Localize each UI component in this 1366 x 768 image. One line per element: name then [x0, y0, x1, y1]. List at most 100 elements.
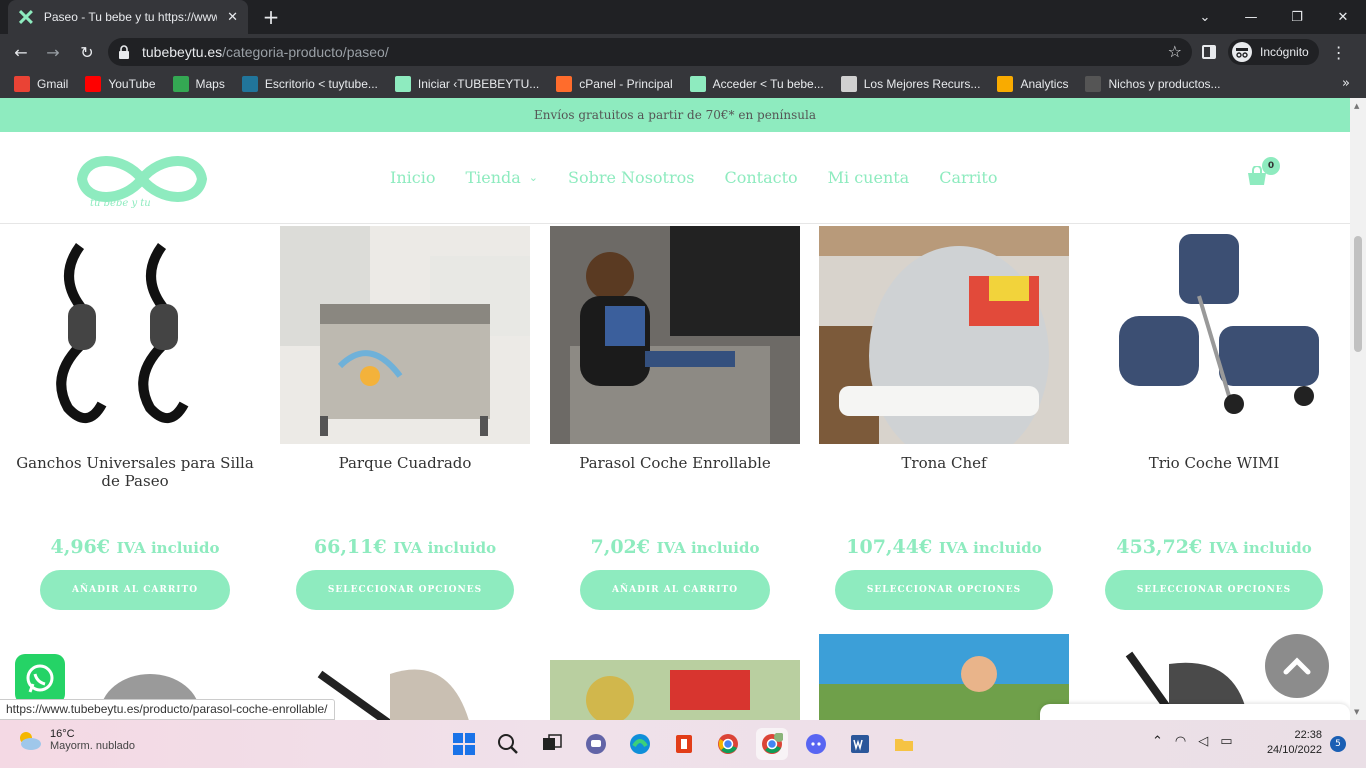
whatsapp-icon	[26, 664, 54, 693]
product-image-playpen[interactable]	[280, 226, 530, 444]
product-image-child-outdoor[interactable]	[819, 634, 1069, 720]
add-to-cart-button[interactable]: Añadir al carrito	[579, 570, 771, 610]
office-button[interactable]	[668, 728, 700, 760]
taskbar-apps	[448, 728, 932, 760]
product-title[interactable]: Trio Coche WIMI	[1089, 454, 1339, 514]
add-to-cart-button[interactable]: Añadir al carrito	[39, 570, 231, 610]
bookmark-item[interactable]: Maps	[172, 76, 225, 92]
chevron-up-icon[interactable]: ⌃	[1152, 734, 1163, 749]
cpanel-icon	[556, 76, 573, 92]
bookmark-item[interactable]: Gmail	[14, 76, 68, 92]
task-view-button[interactable]	[536, 728, 568, 760]
search-button[interactable]	[492, 728, 524, 760]
bookmark-item[interactable]: Iniciar ‹TUBEBEYTU...	[394, 76, 539, 92]
incognito-label: Incógnito	[1260, 45, 1309, 59]
scroll-down-icon[interactable]: ▼	[1354, 708, 1359, 716]
bookmarks-overflow-icon[interactable]: »	[1342, 76, 1350, 91]
reload-button[interactable]: ↻	[74, 40, 100, 64]
product-image-hooks[interactable]	[10, 226, 260, 444]
select-options-button[interactable]: Seleccionar opciones	[834, 570, 1054, 610]
bookmark-item[interactable]: Acceder < Tu bebe...	[689, 76, 824, 92]
bookmark-item[interactable]: Los Mejores Recurs...	[840, 76, 981, 92]
wifi-icon[interactable]: ◠	[1175, 734, 1186, 749]
bookmark-item[interactable]: Escritorio < tuytube...	[241, 76, 378, 92]
analytics-icon	[997, 76, 1014, 92]
header-cart[interactable]: 0	[1246, 157, 1286, 196]
browser-menu-icon[interactable]: ⋮	[1331, 43, 1347, 62]
bookmark-label: Analytics	[1020, 77, 1069, 91]
nav-sobre-nosotros[interactable]: Sobre Nosotros	[568, 168, 694, 187]
price-amount: 66,11€	[313, 536, 387, 558]
weather-widget[interactable]: 16°C Mayorm. nublado	[16, 728, 135, 752]
page-scrollbar[interactable]: ▲ ▼	[1350, 98, 1366, 720]
chat-widget-tab[interactable]	[1040, 704, 1350, 720]
scroll-to-top-button[interactable]	[1265, 634, 1329, 698]
logo-lettering: tu bebe y tu	[90, 198, 151, 209]
nav-tienda[interactable]: Tienda ⌄	[465, 168, 538, 187]
battery-icon[interactable]: ▭	[1220, 734, 1232, 749]
search-icon	[498, 734, 518, 754]
new-tab-button[interactable]: +	[260, 5, 282, 29]
back-button[interactable]: ←	[8, 40, 34, 64]
discord-icon	[806, 734, 826, 754]
product-title[interactable]: Trona Chef	[819, 454, 1069, 514]
browser-tab[interactable]: Paseo - Tu bebe y tu https://www. ✕	[8, 0, 248, 34]
notification-badge[interactable]: 5	[1330, 736, 1346, 752]
bookmark-item[interactable]: YouTube	[85, 76, 156, 92]
scroll-up-icon[interactable]: ▲	[1354, 102, 1359, 110]
close-window-button[interactable]: ✕	[1320, 0, 1366, 34]
incognito-indicator[interactable]: Incógnito	[1228, 39, 1319, 65]
product-title[interactable]: Parasol Coche Enrollable	[550, 454, 800, 514]
lock-icon	[119, 45, 129, 59]
bookmark-star-icon[interactable]: ☆	[1168, 42, 1182, 61]
start-button[interactable]	[448, 728, 480, 760]
bookmark-label: Escritorio < tuytube...	[264, 77, 378, 91]
select-options-button[interactable]: Seleccionar opciones	[1104, 570, 1324, 610]
product-card: Trona Chef 107,44€ IVA incluido Seleccio…	[819, 226, 1069, 610]
minimize-button[interactable]: —	[1228, 0, 1274, 34]
select-options-button[interactable]: Seleccionar opciones	[295, 570, 515, 610]
chrome-profile-button[interactable]	[756, 728, 788, 760]
product-image-stroller-red[interactable]	[550, 660, 800, 720]
folder-icon	[895, 739, 913, 751]
edge-browser-button[interactable]	[624, 728, 656, 760]
word-button[interactable]	[844, 728, 876, 760]
product-image-sunshade[interactable]	[550, 226, 800, 444]
product-card: Parque Cuadrado 66,11€ IVA incluido Sele…	[280, 226, 530, 610]
site-logo[interactable]: tu bebe y tu	[74, 146, 210, 212]
discord-button[interactable]	[800, 728, 832, 760]
product-title[interactable]: Parque Cuadrado	[280, 454, 530, 514]
nav-contacto[interactable]: Contacto	[724, 168, 797, 187]
chrome-button[interactable]	[712, 728, 744, 760]
restore-button[interactable]: ❐	[1274, 0, 1320, 34]
bookmark-item[interactable]: Nichos y productos...	[1085, 76, 1221, 92]
product-title[interactable]: Ganchos Universales para Silla de Paseo	[10, 454, 260, 514]
chevron-up-icon	[1283, 657, 1311, 675]
whatsapp-button[interactable]	[15, 654, 65, 704]
teams-chat-button[interactable]	[580, 728, 612, 760]
nav-carrito[interactable]: Carrito	[939, 168, 997, 187]
system-tray: ⌃ ◠ ◁ ▭	[1152, 734, 1245, 749]
scroll-thumb[interactable]	[1354, 236, 1362, 352]
address-bar[interactable]: tubebeytu.es/categoria-producto/paseo/ ☆	[108, 38, 1192, 66]
nav-inicio[interactable]: Inicio	[390, 168, 435, 187]
product-image-stroller-trio[interactable]	[1089, 226, 1339, 444]
side-panel-icon[interactable]	[1202, 45, 1216, 59]
bookmark-item[interactable]: Analytics	[997, 76, 1068, 92]
forward-button[interactable]: →	[40, 40, 66, 64]
volume-icon[interactable]: ◁	[1198, 734, 1208, 749]
tab-search-icon[interactable]: ⌄	[1182, 0, 1228, 34]
product-card: Parasol Coche Enrollable 7,02€ IVA inclu…	[550, 226, 800, 610]
bookmarks-bar: Gmail YouTube Maps Escritorio < tuytube... I…	[0, 70, 1366, 98]
nav-mi-cuenta[interactable]: Mi cuenta	[828, 168, 910, 187]
bookmark-item[interactable]: cPanel - Principal	[556, 76, 673, 92]
product-image-highchair[interactable]	[819, 226, 1069, 444]
bookmark-label: Los Mejores Recurs...	[863, 77, 981, 91]
price-suffix: IVA incluido	[393, 539, 497, 557]
price-suffix: IVA incluido	[656, 539, 760, 557]
taskbar-clock[interactable]: 22:38 24/10/2022	[1262, 728, 1322, 758]
file-explorer-button[interactable]	[888, 728, 920, 760]
url-host: tubebeytu.es	[142, 44, 223, 60]
chrome-profile-icon	[762, 733, 783, 754]
tab-close-icon[interactable]: ✕	[227, 10, 238, 25]
